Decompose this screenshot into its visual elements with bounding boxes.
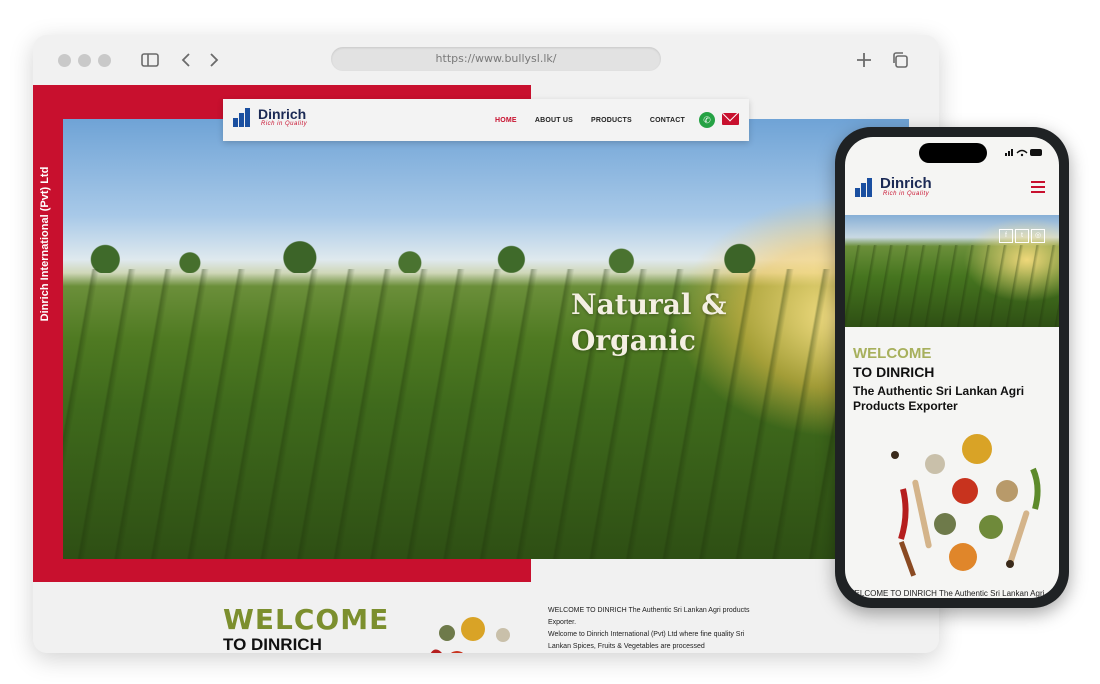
whatsapp-icon[interactable]: ✆ — [699, 112, 715, 128]
logo-tagline: Rich in Quality — [261, 121, 308, 127]
nav-about-us[interactable]: ABOUT US — [535, 117, 573, 124]
mobile-logo-chart-icon — [855, 177, 877, 197]
window-control-maximize[interactable] — [98, 54, 111, 67]
hero-crop-rows — [63, 269, 909, 559]
mobile-hero-rows — [845, 245, 1059, 327]
page-viewport: Dinrich International (Pvt) Ltd Natural … — [33, 85, 939, 653]
instagram-icon[interactable]: ◎ — [1031, 229, 1045, 243]
forward-icon[interactable] — [203, 49, 225, 71]
nav-contact[interactable]: CONTACT — [650, 117, 685, 124]
mobile-logo-tagline: Rich in Quality — [883, 191, 930, 197]
menu-icon[interactable] — [1031, 181, 1045, 193]
mobile-footer-text: WELCOME TO DINRICH The Authentic Sri Lan… — [847, 589, 1045, 598]
mobile-logo[interactable]: Dinrich Rich in Quality — [855, 175, 932, 197]
site-navbar: Dinrich Rich in Quality HOME ABOUT US PR… — [223, 99, 749, 141]
facebook-icon[interactable]: f — [999, 229, 1013, 243]
nav-menu: HOME ABOUT US PRODUCTS CONTACT — [495, 99, 703, 141]
browser-toolbar: https://www.bullysl.lk/ — [33, 35, 939, 85]
window-control-close[interactable] — [58, 54, 71, 67]
nav-home[interactable]: HOME — [495, 117, 517, 124]
nav-products[interactable]: PRODUCTS — [591, 117, 632, 124]
mobile-welcome-subheading: TO DINRICH — [853, 364, 935, 380]
plus-icon[interactable] — [853, 49, 875, 71]
twitter-icon[interactable]: t — [1015, 229, 1029, 243]
window-control-minimize[interactable] — [78, 54, 91, 67]
mobile-spices-image — [891, 434, 1041, 577]
phone-mockup: Dinrich Rich in Quality f t ◎ WELCOME TO… — [835, 127, 1069, 608]
mobile-logo-brand: Dinrich — [880, 175, 932, 192]
browser-window: https://www.bullysl.lk/ Dinrich Internat… — [33, 35, 939, 653]
welcome-subheading: TO DINRICH — [223, 635, 322, 653]
tabs-icon[interactable] — [889, 49, 911, 71]
status-bar-icons — [1005, 147, 1043, 159]
hero-heading: Natural & Organic — [571, 287, 727, 359]
address-bar[interactable]: https://www.bullysl.lk/ — [331, 47, 661, 71]
site-logo[interactable]: Dinrich Rich in Quality — [233, 107, 307, 127]
mobile-tagline: The Authentic Sri Lankan Agri Products E… — [853, 384, 1025, 413]
hero-banner: Natural & Organic — [63, 119, 909, 559]
logo-chart-icon — [233, 107, 255, 127]
mobile-welcome-heading: WELCOME — [853, 345, 932, 362]
hero-heading-line1: Natural & — [571, 288, 727, 321]
dynamic-island — [919, 143, 987, 163]
company-vertical-label: Dinrich International (Pvt) Ltd — [39, 166, 51, 322]
back-icon[interactable] — [175, 49, 197, 71]
logo-brand: Dinrich — [258, 106, 307, 122]
hero-treeline — [63, 239, 909, 273]
mail-icon[interactable] — [722, 113, 739, 125]
welcome-text-p2: Welcome to Dinrich International (Pvt) L… — [548, 631, 745, 650]
spices-image — [430, 617, 510, 653]
welcome-text: WELCOME TO DINRICH The Authentic Sri Lan… — [548, 605, 758, 653]
hero-heading-line2: Organic — [571, 324, 696, 357]
sidebar-icon[interactable] — [139, 49, 161, 71]
welcome-heading: WELCOME — [223, 603, 390, 636]
welcome-text-p1: WELCOME TO DINRICH The Authentic Sri Lan… — [548, 607, 750, 626]
phone-screen: Dinrich Rich in Quality f t ◎ WELCOME TO… — [845, 137, 1059, 598]
